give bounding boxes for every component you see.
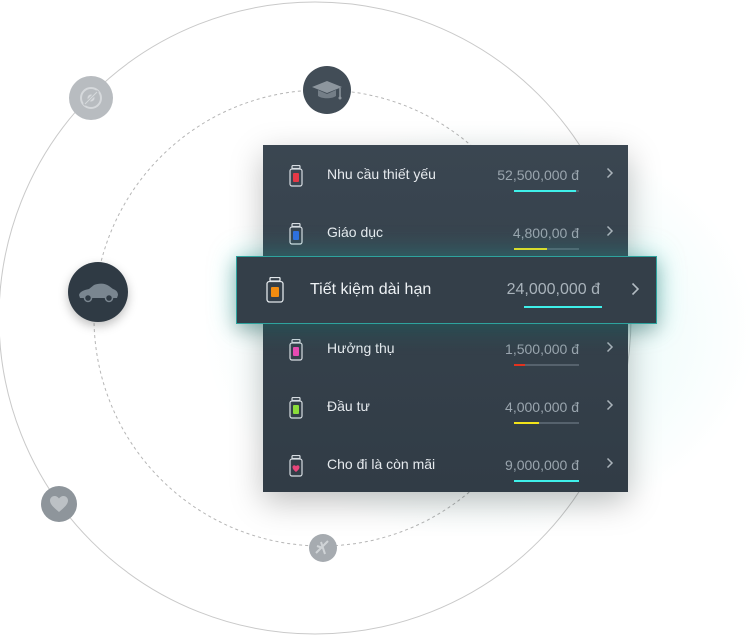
- disc-icon[interactable]: [69, 76, 113, 120]
- jar-heart-icon: [289, 455, 303, 477]
- jar-row[interactable]: Cho đi là còn mãi 9,000,000 đ: [263, 435, 628, 493]
- jar-icon: [289, 223, 303, 245]
- jar-row[interactable]: Đầu tư 4,000,000 đ: [263, 377, 628, 435]
- chevron-right-icon[interactable]: [606, 457, 614, 469]
- jar-row[interactable]: Hưởng thụ 1,500,000 đ: [263, 319, 628, 377]
- jar-icon: [289, 397, 303, 419]
- jar-icon: [266, 277, 284, 303]
- jar-row[interactable]: Giáo dục 4,800,00 đ: [263, 203, 628, 261]
- jar-icon: [289, 339, 303, 361]
- selected-jar-label: Tiết kiệm dài hạn: [310, 281, 432, 298]
- jar-amount: 1,500,000 đ: [505, 341, 579, 357]
- selected-jar-progress-bar: [524, 306, 602, 308]
- chevron-right-icon[interactable]: [606, 225, 614, 237]
- jar-label: Nhu cầu thiết yếu: [327, 166, 436, 182]
- jar-progress-bar: [514, 248, 579, 250]
- graduation-cap-icon[interactable]: [303, 66, 351, 114]
- car-icon[interactable]: [68, 262, 128, 322]
- jar-label: Đầu tư: [327, 398, 370, 414]
- jar-label: Giáo dục: [327, 224, 384, 240]
- chevron-right-icon[interactable]: [606, 399, 614, 411]
- airplane-icon[interactable]: [309, 534, 337, 562]
- jar-amount: 52,500,000 đ: [497, 167, 579, 183]
- jar-label: Cho đi là còn mãi: [327, 456, 436, 472]
- chevron-right-icon[interactable]: [606, 167, 614, 179]
- chevron-right-icon[interactable]: [631, 282, 640, 296]
- jar-progress-bar: [514, 480, 579, 482]
- jar-amount: 9,000,000 đ: [505, 457, 579, 473]
- chevron-right-icon[interactable]: [606, 341, 614, 353]
- jar-progress-bar: [514, 364, 579, 366]
- jar-progress-bar: [514, 422, 579, 424]
- jar-label: Hưởng thụ: [327, 340, 395, 356]
- jar-amount: 4,800,00 đ: [512, 225, 579, 241]
- jar-progress-bar: [514, 190, 579, 192]
- selected-jar-amount: 24,000,000 đ: [506, 281, 600, 298]
- jar-amount: 4,000,000 đ: [505, 399, 579, 415]
- jar-row[interactable]: Nhu cầu thiết yếu 52,500,000 đ: [263, 145, 628, 203]
- jar-icon: [289, 165, 303, 187]
- heart-icon[interactable]: [41, 486, 77, 522]
- selected-jar-row[interactable]: Tiết kiệm dài hạn 24,000,000 đ: [236, 256, 657, 324]
